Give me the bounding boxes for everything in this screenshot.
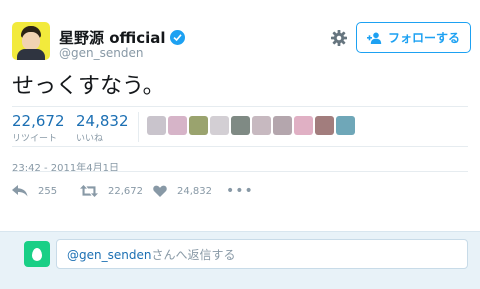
add-user-icon <box>366 32 382 44</box>
divider <box>12 171 468 172</box>
avatar-body <box>17 49 45 60</box>
retweet-label: リツイート <box>12 134 58 144</box>
liker-avatar[interactable] <box>336 116 355 135</box>
action-bar: 255 22,672 24,832 ••• <box>12 183 254 199</box>
liker-avatar[interactable] <box>231 116 250 135</box>
user-avatar[interactable] <box>12 22 50 60</box>
liker-avatar[interactable] <box>252 116 271 135</box>
retweet-action-count: 22,672 <box>108 185 143 197</box>
like-stat[interactable]: 24,832 いいね <box>76 112 129 144</box>
liker-avatar[interactable] <box>273 116 292 135</box>
reply-icon <box>12 185 28 197</box>
like-count: 24,832 <box>76 112 129 130</box>
liker-avatar[interactable] <box>147 116 166 135</box>
gear-icon[interactable] <box>330 29 348 47</box>
reply-placeholder: さんへ返信する <box>151 248 236 262</box>
more-options-icon[interactable]: ••• <box>226 183 254 199</box>
liker-avatar[interactable] <box>315 116 334 135</box>
retweet-button[interactable]: 22,672 <box>80 185 145 197</box>
stat-separator <box>138 112 139 142</box>
verified-badge-icon <box>169 30 185 45</box>
follow-button-label: フォローする <box>387 31 460 45</box>
retweet-stat[interactable]: 22,672 リツイート <box>12 112 65 144</box>
tweet-card: 星野源 official @gen_senden フォローする せっくすなう。 … <box>0 0 480 231</box>
retweet-count: 22,672 <box>12 112 65 130</box>
like-action-count: 24,832 <box>177 185 212 197</box>
follow-button[interactable]: フォローする <box>356 22 471 53</box>
divider <box>12 146 468 147</box>
reply-button[interactable]: 255 <box>12 185 70 197</box>
liker-avatars <box>147 116 355 135</box>
heart-icon <box>153 185 167 197</box>
reply-count: 255 <box>38 185 58 197</box>
divider <box>12 106 468 107</box>
reply-mention: @gen_senden <box>67 248 152 262</box>
user-handle[interactable]: @gen_senden <box>59 46 143 60</box>
user-name-row[interactable]: 星野源 official <box>59 27 185 48</box>
liker-avatar[interactable] <box>189 116 208 135</box>
like-label: いいね <box>76 134 104 144</box>
egg-icon <box>32 247 42 261</box>
like-button[interactable]: 24,832 <box>153 185 216 197</box>
liker-avatar[interactable] <box>168 116 187 135</box>
tweet-text: せっくすなう。 <box>12 74 165 99</box>
avatar-face <box>22 32 40 50</box>
reply-user-avatar <box>24 241 50 267</box>
reply-input[interactable]: @gen_sendenさんへ返信する <box>56 239 468 269</box>
liker-avatar[interactable] <box>294 116 313 135</box>
liker-avatar[interactable] <box>210 116 229 135</box>
retweet-icon <box>80 185 98 197</box>
user-name[interactable]: 星野源 official <box>59 27 166 48</box>
